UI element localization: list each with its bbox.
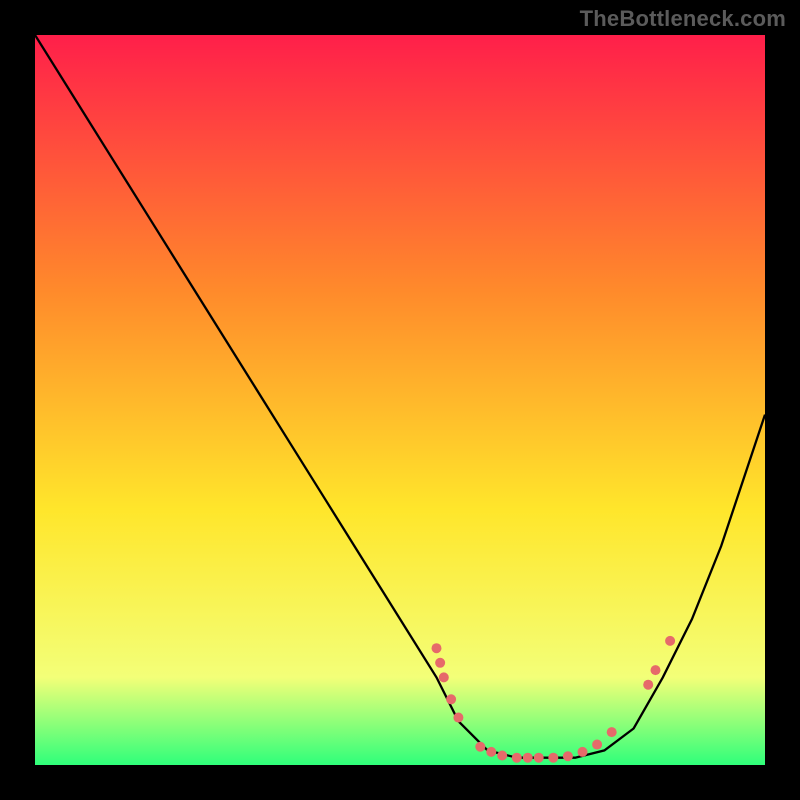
data-marker [548,753,558,763]
data-marker [523,753,533,763]
data-marker [486,747,496,757]
data-marker [475,742,485,752]
data-marker [534,753,544,763]
gradient-background [35,35,765,765]
chart-frame: TheBottleneck.com [0,0,800,800]
data-marker [446,694,456,704]
data-marker [607,727,617,737]
data-marker [453,713,463,723]
data-marker [651,665,661,675]
data-marker [578,747,588,757]
data-marker [563,751,573,761]
data-marker [435,658,445,668]
data-marker [432,643,442,653]
attribution-label: TheBottleneck.com [580,6,786,32]
plot-area [35,35,765,765]
data-marker [643,680,653,690]
data-marker [497,751,507,761]
data-marker [592,740,602,750]
data-marker [439,672,449,682]
data-marker [665,636,675,646]
data-marker [512,753,522,763]
bottleneck-chart [35,35,765,765]
